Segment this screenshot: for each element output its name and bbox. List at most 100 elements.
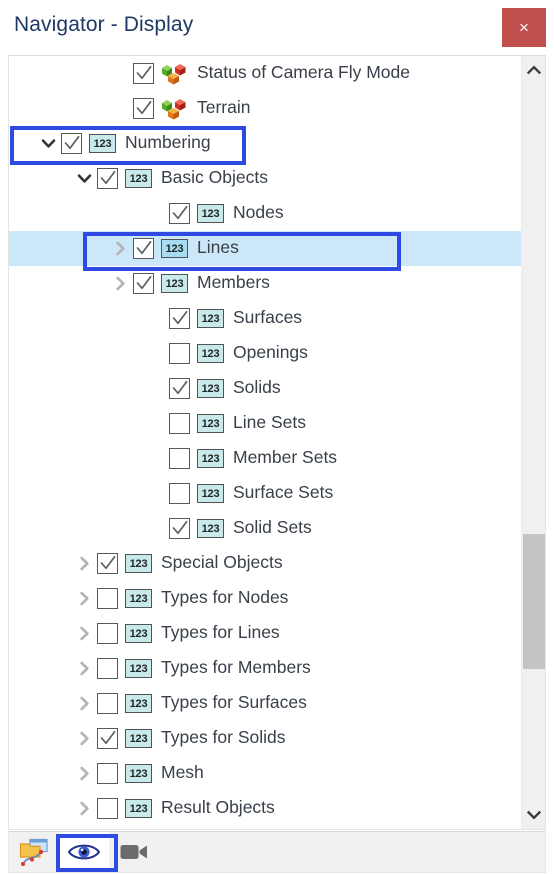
expander-chevron-right-icon[interactable]	[71, 581, 97, 616]
123-numbering-icon: 123	[125, 624, 152, 643]
checkmark-icon	[172, 380, 188, 395]
tree-row[interactable]: 123 Mesh	[9, 756, 521, 791]
tree-row[interactable]: 123 Basic Objects	[9, 161, 521, 196]
row-checkbox[interactable]	[61, 133, 82, 154]
tree-row-label: Basic Objects	[161, 166, 268, 187]
123-numbering-icon: 123	[125, 729, 152, 748]
expander-placeholder	[143, 441, 169, 476]
tree-row[interactable]: 123 Types for Solids	[9, 721, 521, 756]
tree-row[interactable]: 123 Types for Lines	[9, 616, 521, 651]
row-checkbox[interactable]	[97, 588, 118, 609]
display-tree-panel: Status of Camera Fly Mode Terrain 123 Numbe…	[8, 55, 546, 830]
tree-row[interactable]: 123 Result Objects	[9, 791, 521, 826]
tree-row-label: Types for Solids	[161, 726, 286, 747]
123-numbering-icon: 123	[197, 449, 224, 468]
row-checkbox[interactable]	[97, 658, 118, 679]
tree-row-label: Numbering	[125, 131, 211, 152]
tree-row[interactable]: Status of Camera Fly Mode	[9, 56, 521, 91]
tree-row[interactable]: 123 Surfaces	[9, 301, 521, 336]
expander-placeholder	[107, 91, 133, 126]
row-checkbox[interactable]	[97, 168, 118, 189]
scroll-up-arrow-icon[interactable]	[522, 58, 545, 82]
tree-row[interactable]: 123 Types for Nodes	[9, 581, 521, 616]
expander-chevron-right-icon[interactable]	[71, 686, 97, 721]
cubes-icon	[161, 98, 188, 120]
scroll-down-arrow-icon[interactable]	[522, 803, 545, 827]
expander-chevron-down-icon[interactable]	[35, 126, 61, 161]
tree-row-label: Surfaces	[233, 306, 303, 327]
tree-row[interactable]: 123 Numbering	[9, 126, 521, 161]
chevron-right-icon	[79, 766, 89, 781]
checkmark-icon	[172, 520, 188, 535]
row-checkbox[interactable]	[97, 728, 118, 749]
expander-chevron-right-icon[interactable]	[71, 651, 97, 686]
expander-chevron-right-icon[interactable]	[107, 266, 133, 301]
checkmark-icon	[136, 65, 152, 80]
close-button[interactable]: ×	[502, 8, 546, 47]
row-checkbox[interactable]	[169, 448, 190, 469]
camera-video-button[interactable]	[109, 832, 159, 872]
123-numbering-icon: 123	[125, 589, 152, 608]
expander-placeholder	[143, 371, 169, 406]
expander-chevron-right-icon[interactable]	[71, 616, 97, 651]
tree-row[interactable]: 123 Types for Members	[9, 651, 521, 686]
chevron-right-icon	[79, 591, 89, 606]
row-checkbox[interactable]	[133, 98, 154, 119]
chevron-up-icon	[526, 65, 541, 75]
expander-chevron-right-icon[interactable]	[71, 721, 97, 756]
123-numbering-icon: 123	[125, 554, 152, 573]
tree-row[interactable]: 123 Types for Surfaces	[9, 686, 521, 721]
checkmark-icon	[136, 100, 152, 115]
tree-row[interactable]: Terrain	[9, 91, 521, 126]
row-checkbox[interactable]	[169, 343, 190, 364]
tree-row[interactable]: 123 Member Sets	[9, 441, 521, 476]
row-checkbox[interactable]	[97, 553, 118, 574]
123-numbering-icon: 123	[161, 274, 188, 293]
expander-chevron-right-icon[interactable]	[71, 756, 97, 791]
tree-row[interactable]: 123 Openings	[9, 336, 521, 371]
123-numbering-icon: 123	[125, 169, 152, 188]
expander-chevron-right-icon[interactable]	[71, 791, 97, 826]
expander-placeholder	[143, 406, 169, 441]
expander-chevron-down-icon[interactable]	[71, 161, 97, 196]
row-checkbox[interactable]	[169, 483, 190, 504]
tree-row-label: Members	[197, 271, 270, 292]
row-checkbox[interactable]	[97, 693, 118, 714]
expander-placeholder	[143, 511, 169, 546]
row-checkbox[interactable]	[169, 378, 190, 399]
row-checkbox[interactable]	[169, 308, 190, 329]
tree-row[interactable]: 123 Solids	[9, 371, 521, 406]
row-checkbox[interactable]	[97, 798, 118, 819]
row-checkbox[interactable]	[169, 413, 190, 434]
scrollbar-thumb[interactable]	[523, 534, 545, 669]
expander-chevron-right-icon[interactable]	[107, 231, 133, 266]
tree-row[interactable]: 123 Line Sets	[9, 406, 521, 441]
123-numbering-icon: 123	[125, 659, 152, 678]
visibility-eye-button[interactable]	[59, 832, 109, 872]
navigator-toolbar	[8, 831, 546, 873]
123-numbering-icon: 123	[89, 134, 116, 153]
row-checkbox[interactable]	[133, 63, 154, 84]
tree-viewport[interactable]: Status of Camera Fly Mode Terrain 123 Numbe…	[9, 56, 521, 829]
vertical-scrollbar[interactable]	[521, 56, 545, 829]
tree-row[interactable]: 123 Special Objects	[9, 546, 521, 581]
tree-row-label: Types for Nodes	[161, 586, 289, 607]
row-checkbox[interactable]	[169, 203, 190, 224]
open-navigator-button[interactable]	[9, 832, 59, 872]
checkmark-icon	[136, 240, 152, 255]
checkmark-icon	[100, 555, 116, 570]
tree-row[interactable]: 123 Solid Sets	[9, 511, 521, 546]
row-checkbox[interactable]	[133, 238, 154, 259]
tree-row[interactable]: 123 Members	[9, 266, 521, 301]
tree-row[interactable]: 123 Lines	[9, 231, 521, 266]
expander-chevron-right-icon[interactable]	[71, 546, 97, 581]
row-checkbox[interactable]	[97, 623, 118, 644]
tree-row[interactable]: 123 Nodes	[9, 196, 521, 231]
123-numbering-icon: 123	[197, 519, 224, 538]
tree-row-label: Solid Sets	[233, 516, 312, 537]
tree-row[interactable]: 123 Surface Sets	[9, 476, 521, 511]
tree-row-label: Special Objects	[161, 551, 283, 572]
row-checkbox[interactable]	[97, 763, 118, 784]
row-checkbox[interactable]	[133, 273, 154, 294]
row-checkbox[interactable]	[169, 518, 190, 539]
